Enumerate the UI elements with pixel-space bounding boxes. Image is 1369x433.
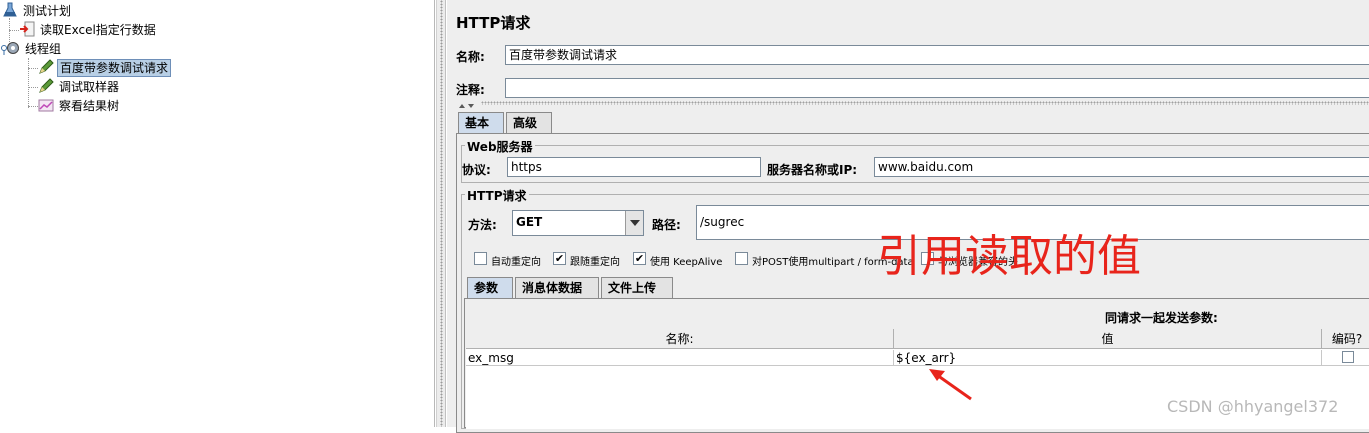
tree-connector <box>28 58 29 108</box>
http-request-panel: HTTP请求 名称: 百度带参数调试请求 注释: 基本 高级 Web服务器 协议… <box>447 0 1369 433</box>
tree-item-label: 调试取样器 <box>59 80 120 94</box>
name-label: 名称: <box>456 50 485 64</box>
param-value-cell[interactable]: ${ex_arr} <box>894 350 1322 366</box>
http-request-group-title: HTTP请求 <box>465 187 529 204</box>
tree-item-label: 测试计划 <box>23 4 72 18</box>
listener-chart-icon <box>38 97 54 113</box>
tree-item-label: 线程组 <box>25 42 62 56</box>
sampler-pen-icon <box>38 78 54 94</box>
tree-item-debug-sampler[interactable]: 调试取样器 <box>38 78 121 96</box>
tab-body-data[interactable]: 消息体数据 <box>515 277 599 299</box>
tree-item-label: 读取Excel指定行数据 <box>40 23 156 37</box>
param-name-cell[interactable]: ex_msg <box>466 350 894 366</box>
web-server-group-title: Web服务器 <box>465 138 535 155</box>
name-field[interactable]: 百度带参数调试请求 <box>505 45 1369 65</box>
tree-item-baidu-request[interactable]: 百度带参数调试请求 <box>38 59 172 77</box>
column-header-value[interactable]: 值 <box>894 329 1322 349</box>
comment-field[interactable] <box>505 78 1369 98</box>
splitter-dots[interactable] <box>481 101 1369 105</box>
tree-connector <box>28 106 38 107</box>
tree-item-test-plan[interactable]: 测试计划 <box>2 2 73 20</box>
keepalive-checkbox[interactable]: ✔ <box>633 252 646 265</box>
follow-redirect-label: 跟随重定向 <box>570 257 620 268</box>
params-heading: 同请求一起发送参数: <box>1105 311 1218 325</box>
auto-redirect-checkbox[interactable] <box>474 252 487 265</box>
column-header-name[interactable]: 名称: <box>466 329 894 349</box>
multipart-checkbox[interactable] <box>735 252 748 265</box>
watermark: CSDN @hhyangel372 <box>1167 397 1339 416</box>
tree-item-read-excel[interactable]: 读取Excel指定行数据 <box>19 21 158 39</box>
server-name-label: 服务器名称或IP: <box>767 163 858 177</box>
split-pane-divider[interactable] <box>436 0 446 427</box>
tab-advanced[interactable]: 高级 <box>506 112 552 134</box>
auto-redirect-label: 自动重定向 <box>491 257 541 268</box>
chevron-down-icon[interactable] <box>625 211 643 235</box>
method-label: 方法: <box>468 218 497 232</box>
path-label: 路径: <box>652 218 681 232</box>
expand-toggle-icon[interactable] <box>0 40 20 56</box>
param-encode-checkbox[interactable] <box>1342 351 1354 363</box>
preprocessor-icon <box>19 21 35 37</box>
method-value: GET <box>516 215 543 229</box>
param-encode-cell <box>1322 350 1369 366</box>
tab-parameters[interactable]: 参数 <box>467 277 513 299</box>
protocol-label: 协议: <box>462 163 491 177</box>
annotation-arrow-icon <box>929 369 972 401</box>
tab-basic[interactable]: 基本 <box>458 112 504 134</box>
tree-connector <box>28 68 38 69</box>
comment-label: 注释: <box>456 83 485 97</box>
tree-item-thread-group[interactable]: 线程组 <box>0 40 63 58</box>
sampler-pen-icon <box>38 59 54 75</box>
keepalive-label: 使用 KeepAlive <box>650 257 723 268</box>
tree-connector <box>28 87 38 88</box>
tree-connector <box>9 30 19 31</box>
tab-file-upload[interactable]: 文件上传 <box>601 277 673 299</box>
server-name-field[interactable]: www.baidu.com <box>874 157 1369 177</box>
collapse-arrows-icon[interactable] <box>458 99 478 108</box>
test-plan-icon <box>2 2 18 18</box>
protocol-field[interactable]: https <box>507 157 761 177</box>
method-select[interactable]: GET <box>512 210 644 236</box>
follow-redirect-checkbox[interactable]: ✔ <box>553 252 566 265</box>
tree-item-label: 察看结果树 <box>59 99 120 113</box>
column-header-encode[interactable]: 编码? <box>1322 329 1369 349</box>
test-plan-tree: 测试计划 读取Excel指定行数据 线程组 百度带参数调试请求 调试取样器 察看… <box>0 0 435 427</box>
page-title: HTTP请求 <box>456 14 531 32</box>
annotation-text: 引用读取的值 <box>877 231 1141 282</box>
divider-grip[interactable] <box>440 0 443 427</box>
tree-item-results-tree[interactable]: 察看结果树 <box>38 97 121 115</box>
tree-item-label: 百度带参数调试请求 <box>57 59 172 77</box>
